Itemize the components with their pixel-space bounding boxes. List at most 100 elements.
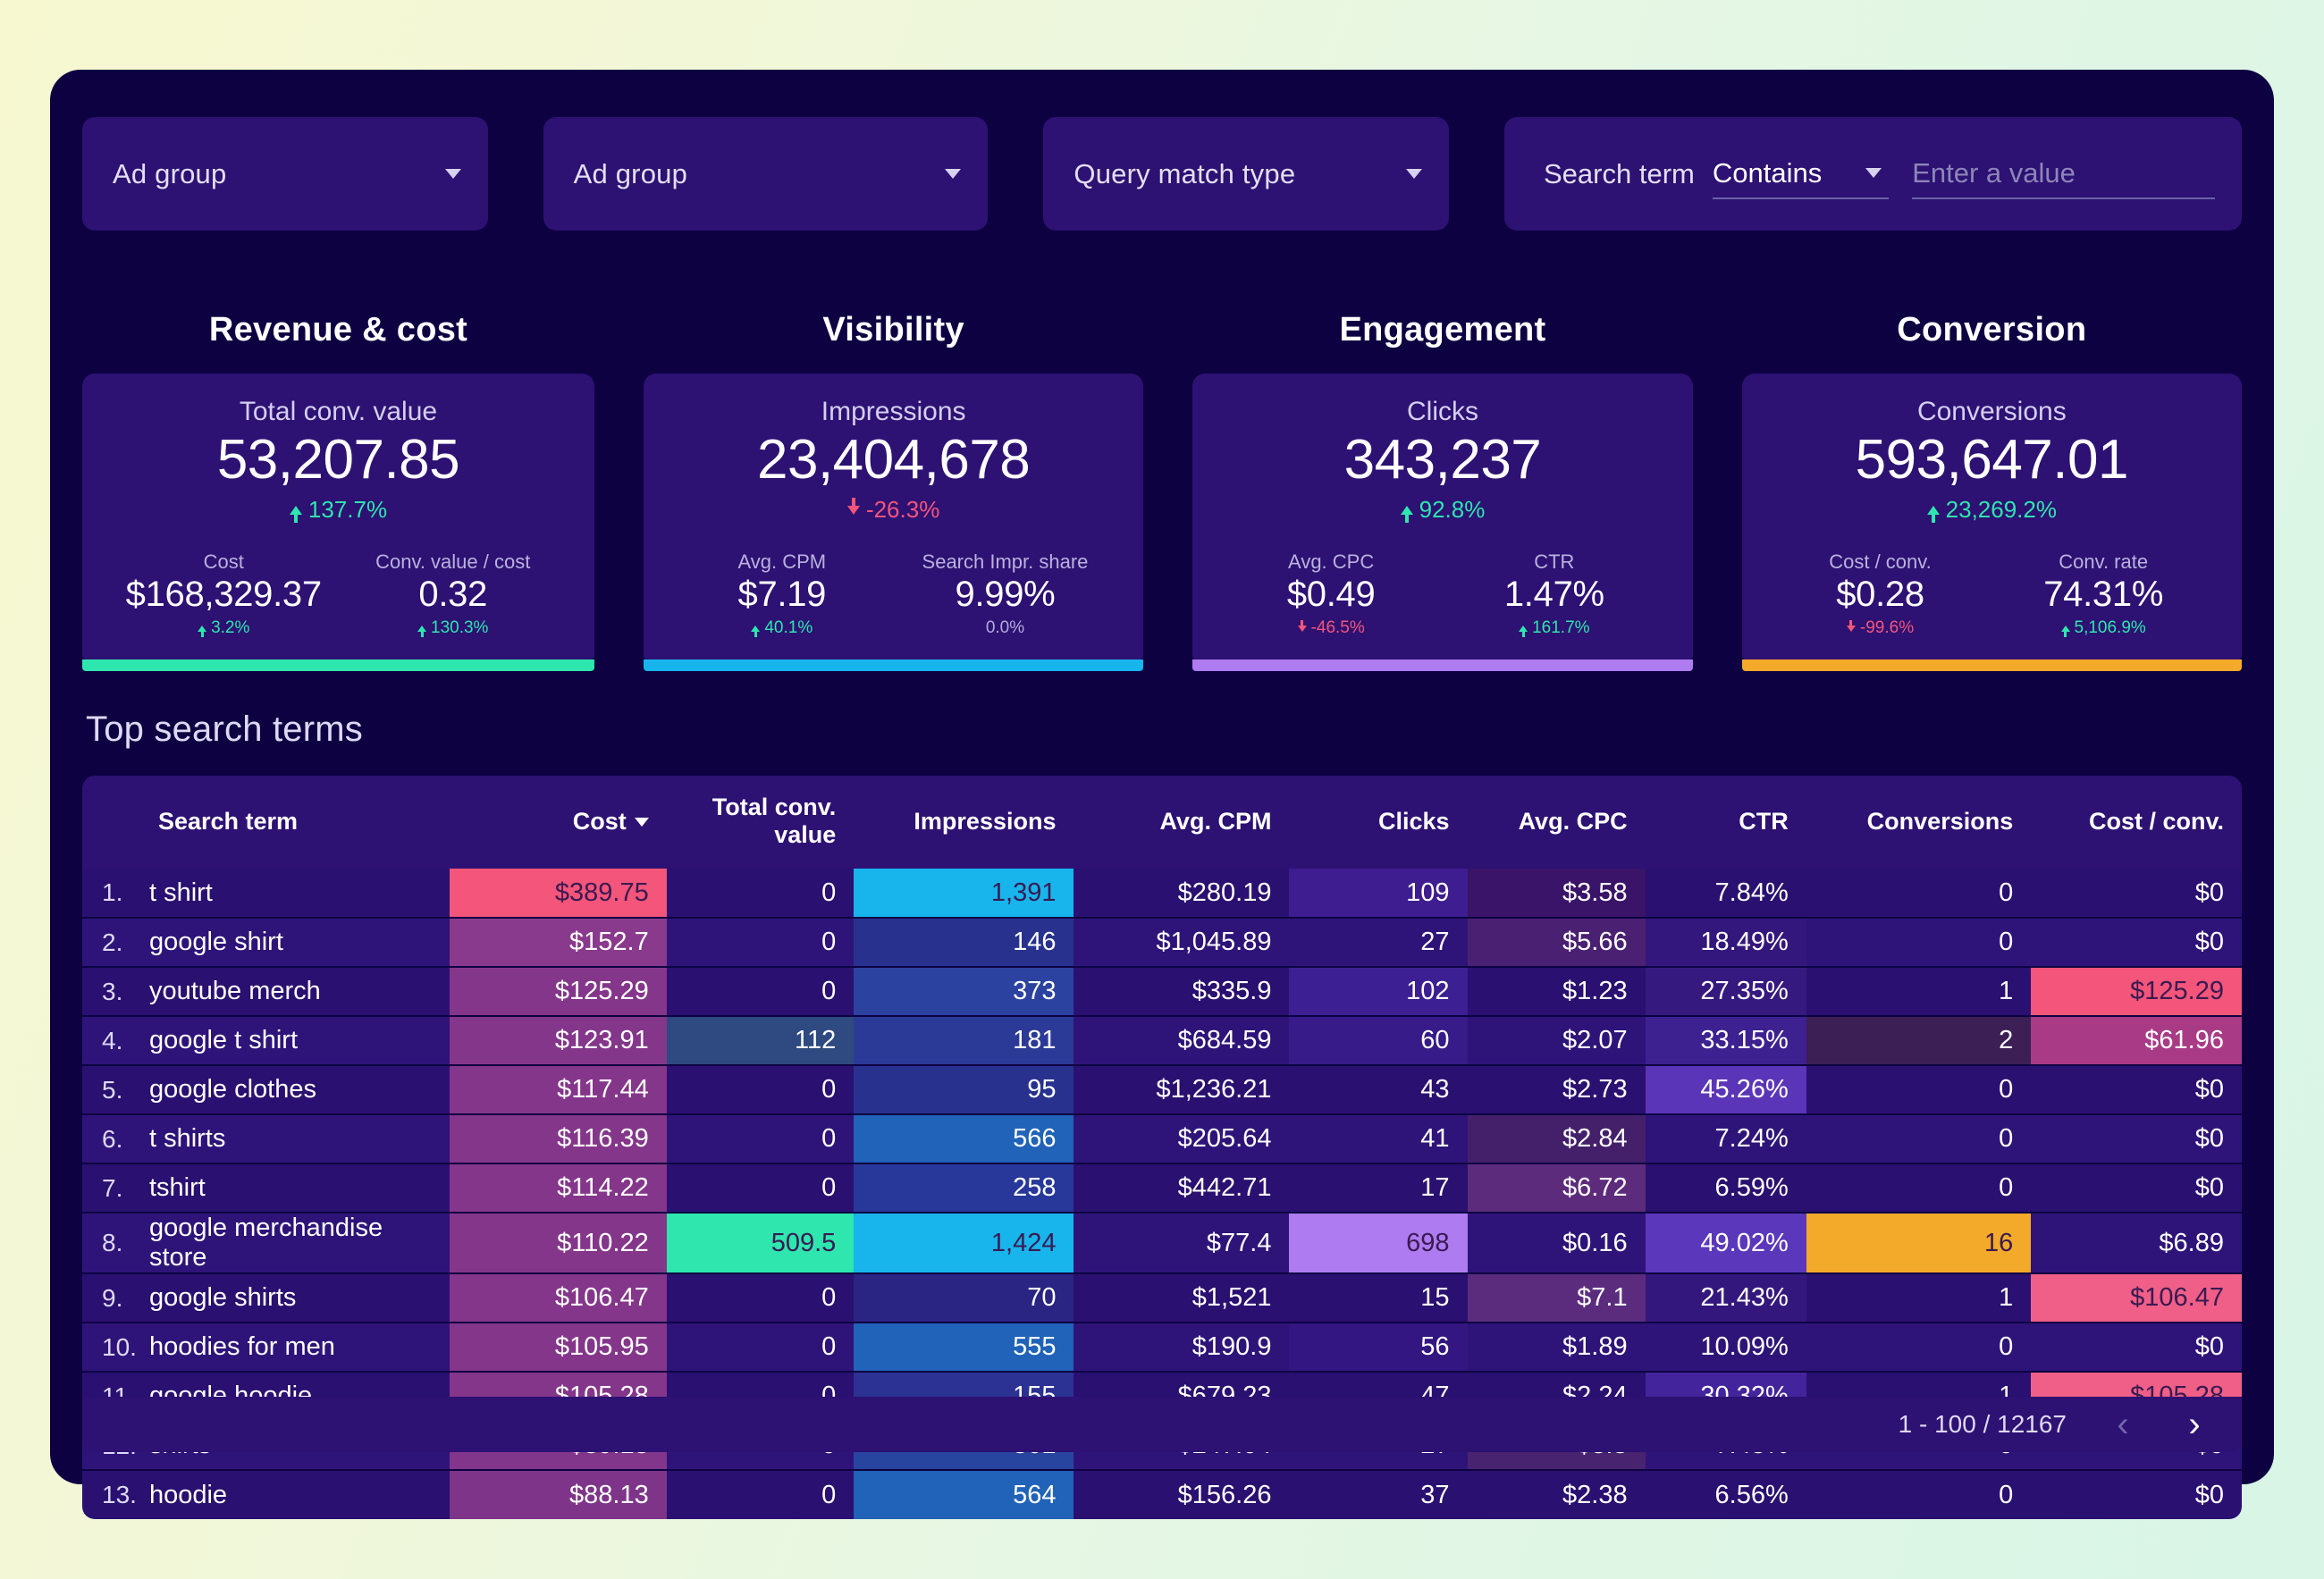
sort-descending-icon: [634, 818, 649, 827]
column-header-total_conv_value[interactable]: Total conv. value: [666, 776, 855, 869]
delta-value: 0.0%: [985, 618, 1025, 638]
cell-term: google clothes: [139, 1065, 450, 1115]
column-header-cost_per_conv[interactable]: Cost / conv.: [2031, 776, 2242, 869]
kpi-sub-metric: Conv. value / cost 0.32 130.3%: [338, 550, 567, 638]
cell-total_conv_value: 0: [666, 869, 855, 919]
kpi-sub-value: 1.47%: [1503, 575, 1604, 615]
chevron-down-icon: [444, 169, 461, 179]
kpi-sub-value: 9.99%: [955, 575, 1056, 615]
kpi-sub-metrics: Cost $168,329.37 3.2% Conv. value / cost 0.3…: [109, 550, 568, 638]
pagination-range-label: 1 - 100 / 12167: [1898, 1410, 2067, 1438]
cell-cost: $389.75: [449, 869, 667, 919]
kpi-group: Conversion Conversions 593,647.01 23,269.2%…: [1741, 311, 2243, 672]
chevron-down-icon: [1406, 169, 1422, 179]
kpi-card: Impressions 23,404,678 -26.3% Avg. CPM $7.19…: [643, 374, 1144, 672]
cell-term: google merchandise store: [139, 1213, 450, 1274]
cell-total_conv_value: 0: [666, 1114, 855, 1164]
ad-group-filter-1[interactable]: Ad group: [82, 117, 488, 231]
cell-cost: $105.95: [449, 1323, 667, 1373]
arrow-up-icon: [751, 625, 761, 637]
cell-ctr: 27.35%: [1645, 967, 1806, 1017]
table-row[interactable]: 2. google shirt $152.7 0 146 $1,045.89 27 $5.66…: [82, 918, 2242, 968]
cell-avg_cpm: $684.59: [1074, 1016, 1290, 1066]
cell-avg_cpc: $5.66: [1467, 918, 1646, 968]
cell-avg_cpc: $2.38: [1562, 1480, 1628, 1509]
column-header-label: Total conv. value: [712, 794, 837, 848]
table-row[interactable]: 7. tshirt $114.22 0 258 $442.71 17 $6.72 6.59% 0 $…: [82, 1163, 2242, 1214]
cell-impressions: 1,424: [854, 1213, 1074, 1274]
cell-term: hoodie: [148, 1480, 228, 1509]
kpi-card: Clicks 343,237 92.8% Avg. CPC $0.49 -46.5% CTR…: [1192, 374, 1694, 672]
table-row[interactable]: 8. google merchandise store $110.22 509.5 1,…: [82, 1213, 2242, 1274]
kpi-primary-value: 343,237: [1343, 429, 1542, 491]
match-operator-select[interactable]: Contains: [1712, 149, 1890, 199]
table-row[interactable]: 5. google clothes $117.44 0 95 $1,236.21 43 $2.…: [82, 1065, 2242, 1115]
cell-rank: 9.: [82, 1273, 140, 1323]
cell-impressions: 95: [854, 1065, 1074, 1115]
cell-cost_per_conv: $125.29: [2031, 967, 2242, 1017]
kpi-primary-label: Clicks: [1406, 397, 1478, 426]
cell-rank: 6.: [82, 1114, 140, 1164]
cell-clicks: 15: [1289, 1273, 1468, 1323]
cell-term: google t shirt: [139, 1016, 450, 1066]
table-row[interactable]: 6. t shirts $116.39 0 566 $205.64 41 $2.84 7.24%…: [82, 1114, 2242, 1164]
column-header-ctr[interactable]: CTR: [1645, 776, 1806, 869]
chevron-left-icon[interactable]: ‹: [2108, 1407, 2138, 1442]
search-term-filter-label: Search term: [1544, 157, 1695, 189]
cell-ctr: 33.15%: [1645, 1016, 1806, 1066]
column-header-avg_cpm[interactable]: Avg. CPM: [1074, 776, 1290, 869]
cell-cost_per_conv: $0: [2031, 1163, 2242, 1214]
kpi-primary-value: 53,207.85: [216, 429, 460, 491]
cell-cost: $106.47: [449, 1273, 667, 1323]
arrow-down-icon: [846, 497, 860, 515]
cell-ctr: 6.56%: [1714, 1480, 1789, 1509]
cell-clicks: 56: [1289, 1323, 1468, 1373]
column-header-avg_cpc[interactable]: Avg. CPC: [1467, 776, 1646, 869]
cell-cost_per_conv: $0: [2031, 869, 2242, 919]
column-header-term[interactable]: Search term: [139, 776, 450, 869]
search-term-value-input[interactable]: Enter a value: [1912, 149, 2215, 199]
kpi-group: Revenue & cost Total conv. value 53,207.85…: [82, 311, 594, 672]
kpi-primary-label: Conversions: [1916, 397, 2067, 426]
column-header-rank: [82, 776, 140, 869]
table-row[interactable]: 10. hoodies for men $105.95 0 555 $190.9 56 $1.…: [82, 1323, 2242, 1373]
table-row[interactable]: 9. google shirts $106.47 0 70 $1,521 15 $7.1 21.…: [82, 1273, 2242, 1323]
cell-cost_per_conv: $6.89: [2031, 1213, 2242, 1274]
kpi-sub-metric: Conv. rate 74.31% 5,106.9%: [1991, 550, 2215, 638]
column-header-clicks[interactable]: Clicks: [1289, 776, 1468, 869]
cell-ctr: 21.43%: [1645, 1273, 1806, 1323]
cell-cost_per_conv: $61.96: [2031, 1016, 2242, 1066]
cell-clicks: 27: [1289, 918, 1468, 968]
chevron-right-icon[interactable]: ›: [2179, 1407, 2210, 1442]
cell-conversions: 0: [1806, 918, 2032, 968]
kpi-row: Revenue & cost Total conv. value 53,207.85…: [82, 311, 2243, 672]
cell-avg_cpm: $335.9: [1074, 967, 1290, 1017]
dashboard-panel: Ad group Ad group Query match type Searc…: [50, 70, 2274, 1519]
arrow-down-icon: [1297, 619, 1307, 632]
query-match-type-filter[interactable]: Query match type: [1043, 117, 1449, 231]
delta-value: -46.5%: [1310, 618, 1365, 638]
cell-rank: 4.: [82, 1016, 140, 1066]
cell-avg_cpm: $1,521: [1074, 1273, 1290, 1323]
table-row[interactable]: 3. youtube merch $125.29 0 373 $335.9 102 $1.23…: [82, 967, 2242, 1017]
table-row[interactable]: 13. hoodie $88.13 0 564 $156.26 37 $2.38 6.56% 0 $…: [82, 1470, 2242, 1519]
cell-ctr: 6.59%: [1645, 1163, 1806, 1214]
column-header-impressions[interactable]: Impressions: [854, 776, 1074, 869]
cell-impressions: 555: [854, 1323, 1074, 1373]
table-row[interactable]: 1. t shirt $389.75 0 1,391 $280.19 109 $3.58 7.8…: [82, 869, 2242, 919]
cell-cost_per_conv: $0: [2031, 918, 2242, 968]
table-row[interactable]: 4. google t shirt $123.91 112 181 $684.59 60 $2…: [82, 1016, 2242, 1066]
ad-group-filter-2[interactable]: Ad group: [543, 117, 989, 231]
column-header-cost[interactable]: Cost: [449, 776, 667, 869]
column-header-conversions[interactable]: Conversions: [1806, 776, 2032, 869]
cell-clicks: 102: [1289, 967, 1468, 1017]
delta-value: 130.3%: [431, 618, 489, 638]
kpi-sub-value: $0.49: [1286, 575, 1376, 615]
delta-value: -99.6%: [1859, 618, 1915, 638]
cell-rank: 5.: [82, 1065, 140, 1115]
query-match-type-label: Query match type: [1074, 157, 1296, 189]
cell-ctr: 45.26%: [1645, 1065, 1806, 1115]
delta-indicator: 23,269.2%: [1769, 496, 2215, 524]
cell-total_conv_value: 509.5: [666, 1213, 855, 1274]
cell-clicks: 109: [1289, 869, 1468, 919]
